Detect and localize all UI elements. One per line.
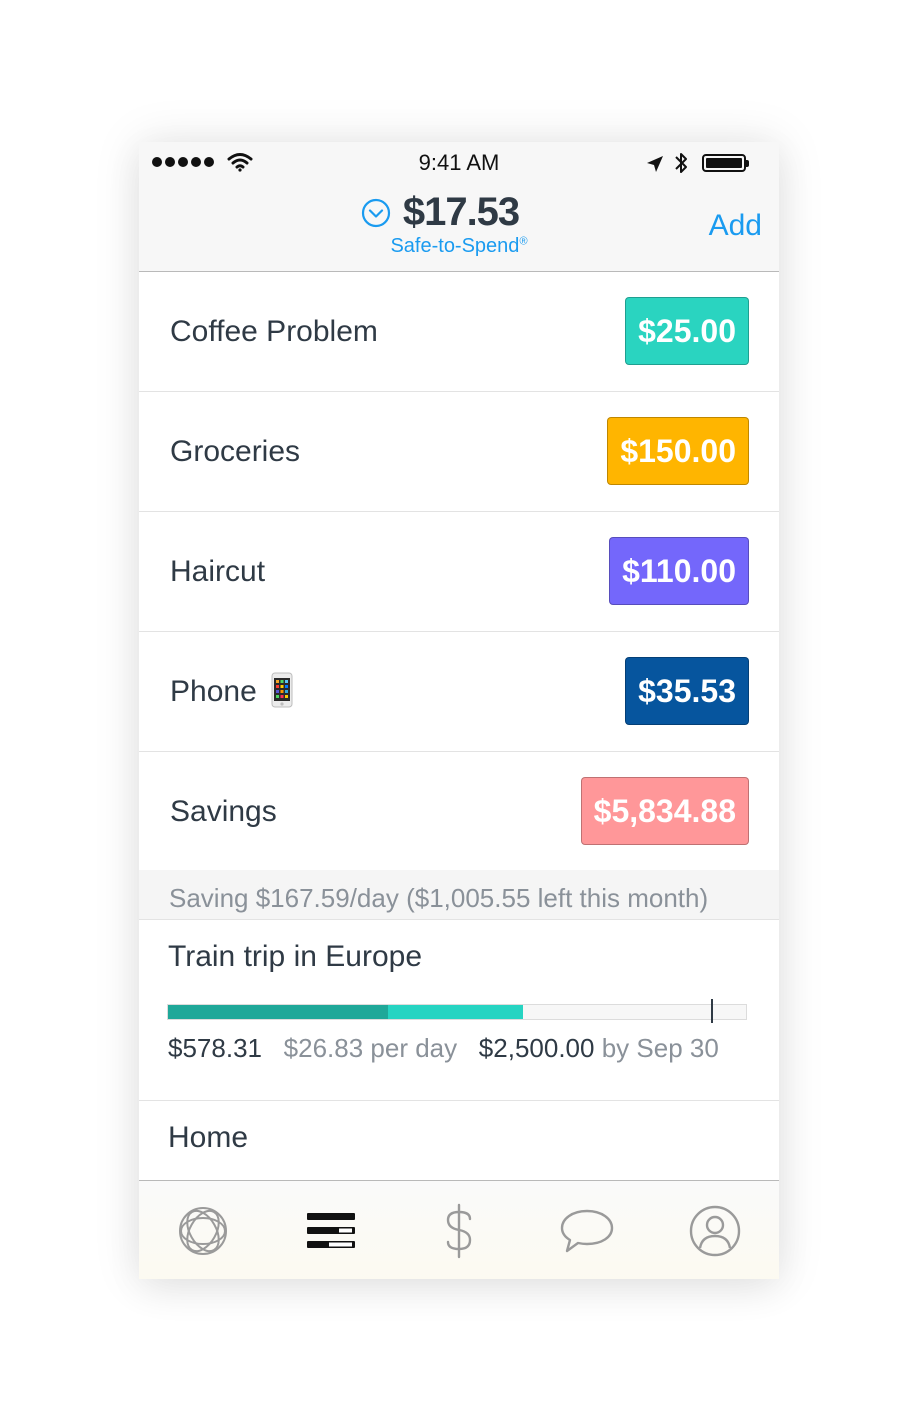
envelope-amount-badge: $5,834.88 [580, 777, 749, 845]
goal-name: Train trip in Europe [168, 940, 423, 973]
battery-icon [702, 154, 749, 172]
safe-to-spend-label: Safe-to-Spend® [139, 235, 779, 258]
savings-summary: Saving $167.59/day ($1,005.55 left this … [139, 870, 779, 920]
envelope-name: Phone [170, 675, 257, 708]
envelope-name-wrap: Phone [170, 632, 293, 751]
envelope-amount-badge: $150.00 [607, 417, 749, 485]
registered-mark: ® [519, 235, 528, 248]
envelope-row[interactable]: Haircut $110.00 [139, 512, 779, 632]
envelope-name: Coffee Problem [170, 315, 378, 348]
goal-progress-bar [167, 999, 747, 1023]
dollar-icon [446, 1203, 472, 1258]
envelope-amount-badge: $110.00 [609, 537, 749, 605]
envelope-name: Groceries [170, 435, 301, 468]
chevron-down-circle-icon[interactable] [361, 198, 391, 228]
tab-messages[interactable] [523, 1181, 651, 1279]
tab-profile[interactable] [651, 1181, 779, 1279]
envelope-row[interactable]: Groceries $150.00 [139, 392, 779, 512]
goal-target-amount: $2,500.00 [478, 1033, 595, 1063]
profile-icon [689, 1205, 741, 1256]
envelopes-icon [307, 1212, 355, 1248]
envelope-name: Haircut [170, 555, 266, 588]
goal-stats: $578.31 $26.83 per day $2,500.00 by Sep … [168, 1033, 719, 1064]
safe-to-spend-toggle[interactable]: $17.53 [139, 190, 779, 235]
goal-per-day: $26.83 per day [283, 1033, 458, 1063]
goal-progress-saved [168, 1005, 388, 1019]
status-bar: 9:41 AM [139, 142, 779, 182]
tab-home[interactable] [139, 1181, 267, 1279]
goal-saved-amount: $578.31 [168, 1033, 262, 1063]
goal-expected-marker [711, 999, 714, 1023]
goal-progress-today [387, 1005, 523, 1019]
envelope-name: Savings [170, 795, 277, 828]
tab-spending[interactable] [395, 1181, 523, 1279]
tab-bar [139, 1180, 779, 1279]
envelope-amount-badge: $35.53 [625, 657, 749, 725]
chat-bubble-icon [560, 1209, 614, 1252]
goal-name: Home [168, 1121, 249, 1154]
safe-to-spend-amount: $17.53 [402, 190, 520, 234]
goal-row[interactable]: Home [139, 1101, 779, 1181]
home-logo-icon [179, 1206, 227, 1255]
phone-screen: 9:41 AM $17.53 Safe-to-Spend® Add Coffee… [139, 142, 779, 1279]
goal-target-date: by Sep 30 [601, 1033, 719, 1063]
safe-to-spend-text: Safe-to-Spend [390, 235, 520, 257]
envelope-row[interactable]: Phone $35.53 [139, 632, 779, 752]
tab-envelopes[interactable] [267, 1181, 395, 1279]
phone-emoji-icon [271, 672, 293, 708]
add-button[interactable]: Add [709, 209, 762, 243]
location-arrow-icon [647, 156, 663, 172]
envelope-row[interactable]: Coffee Problem $25.00 [139, 272, 779, 392]
goal-row[interactable]: Train trip in Europe $578.31 $26.83 per … [139, 920, 779, 1101]
bluetooth-icon [675, 153, 687, 173]
navigation-header: 9:41 AM $17.53 Safe-to-Spend® Add [139, 142, 779, 272]
envelope-row[interactable]: Savings $5,834.88 [139, 752, 779, 872]
envelope-amount-badge: $25.00 [625, 297, 749, 365]
